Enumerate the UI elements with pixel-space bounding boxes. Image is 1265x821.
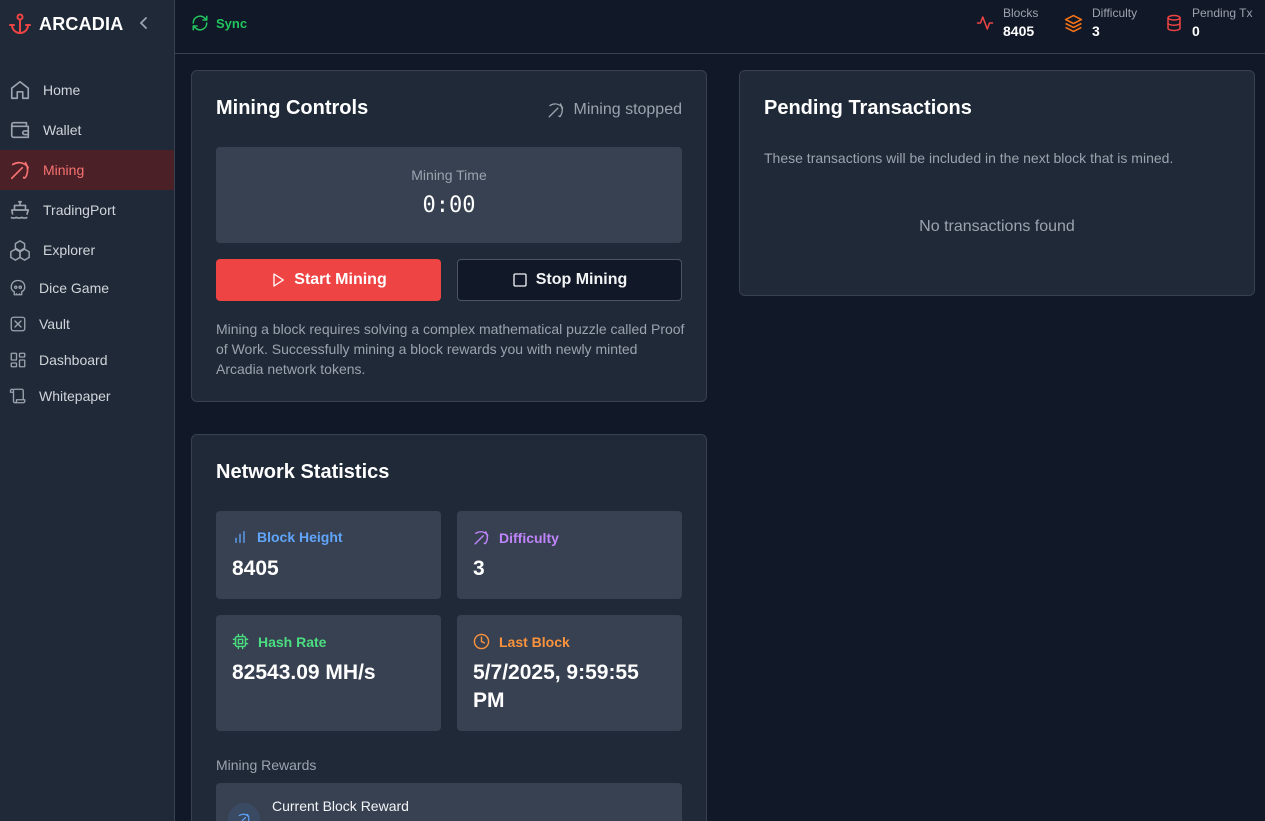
mining-timer: Mining Time 0:00 <box>216 147 682 243</box>
stat-value: 3 <box>1092 23 1100 39</box>
stop-mining-button[interactable]: Stop Mining <box>457 259 682 301</box>
stat-label: Blocks <box>1003 6 1039 20</box>
activity-icon <box>976 14 994 37</box>
tile-header: Last Block <box>473 633 570 650</box>
pickaxe-icon <box>238 813 250 821</box>
skull-icon <box>8 278 28 298</box>
stat-label: Pending Tx <box>1192 6 1253 20</box>
wallet-icon <box>8 118 32 142</box>
card-title: Pending Transactions <box>764 97 972 119</box>
home-icon <box>8 78 32 102</box>
stat-difficulty: Difficulty 3 <box>1064 6 1137 41</box>
sidebar-item-wallet[interactable]: Wallet <box>0 110 174 150</box>
rewards-label: Mining Rewards <box>216 757 317 773</box>
sync-label: Sync <box>216 15 248 31</box>
stat-tile-block-height: Block Height 8405 <box>216 511 441 599</box>
sync-button[interactable]: Sync <box>191 14 247 32</box>
sidebar-nav: Home Wallet Mining TradingPort Explorer … <box>0 70 174 414</box>
start-mining-label: Start Mining <box>294 271 387 288</box>
mining-status: Mining stopped <box>547 101 682 119</box>
sidebar-item-label: Whitepaper <box>39 388 111 404</box>
pending-transactions-card: Pending Transactions These transactions … <box>739 70 1255 296</box>
sidebar-item-whitepaper[interactable]: Whitepaper <box>0 378 174 414</box>
stat-value: 8405 <box>1003 23 1035 39</box>
sidebar-item-label: Home <box>43 82 81 98</box>
scroll-icon <box>8 386 28 406</box>
pickaxe-icon <box>8 158 32 182</box>
stat-pending-tx: Pending Tx 0 <box>1165 6 1253 41</box>
brand-name: ARCADIA <box>39 13 124 34</box>
reward-title: Current Block Reward <box>272 798 409 814</box>
sidebar-item-label: Dashboard <box>39 352 108 368</box>
tile-label: Difficulty <box>499 529 559 546</box>
sidebar-item-vault[interactable]: Vault <box>0 306 174 342</box>
stat-value: 0 <box>1192 23 1200 39</box>
refresh-icon <box>192 15 208 31</box>
sidebar-item-label: Mining <box>43 162 85 178</box>
stat-blocks: Blocks 8405 <box>976 6 1038 41</box>
layers-icon <box>1064 14 1083 38</box>
sidebar-item-label: Explorer <box>43 242 96 258</box>
play-icon <box>273 273 285 287</box>
card-title: Mining Controls <box>216 97 369 119</box>
cpu-icon <box>232 633 249 650</box>
tile-header: Hash Rate <box>232 633 326 650</box>
sidebar-item-tradingport[interactable]: TradingPort <box>0 190 174 230</box>
mining-description: Mining a block requires solving a comple… <box>216 321 685 377</box>
empty-state: No transactions found <box>919 218 1075 235</box>
sidebar-item-label: Vault <box>39 316 70 332</box>
card-title: Network Statistics <box>216 461 390 483</box>
mining-controls-card: Mining Controls Mining stopped Mining Ti… <box>191 70 707 402</box>
boxes-icon <box>8 238 32 262</box>
sidebar-item-label: TradingPort <box>43 202 116 218</box>
square-x-icon <box>8 314 28 334</box>
sidebar-item-label: Dice Game <box>39 280 110 296</box>
layout-dashboard-icon <box>8 350 28 370</box>
pending-description: These transactions will be included in t… <box>764 150 1174 166</box>
pickaxe-icon <box>549 103 564 118</box>
stat-tile-last-block: Last Block 5/7/2025, 9:59:55 PM <box>457 615 682 731</box>
stat-label: Difficulty <box>1092 6 1138 20</box>
tile-header: Block Height <box>232 529 343 545</box>
sidebar-item-label: Wallet <box>43 122 82 138</box>
stat-tile-difficulty: Difficulty 3 <box>457 511 682 599</box>
anchor-icon <box>9 13 31 34</box>
timer-value: 0:00 <box>422 193 476 218</box>
reward-icon <box>228 803 260 821</box>
timer-label: Mining Time <box>411 167 487 183</box>
square-icon <box>513 273 527 287</box>
tile-header: Difficulty <box>473 529 559 546</box>
tile-value: 8405 <box>232 557 279 580</box>
tile-value: 3 <box>473 557 485 580</box>
collapse-sidebar-button[interactable] <box>136 13 152 33</box>
chevron-left-icon <box>139 17 147 29</box>
tile-value: 5/7/2025, 9:59:55 PM <box>473 661 639 712</box>
tile-label: Last Block <box>499 633 570 650</box>
tile-value: 82543.09 MH/s <box>232 661 376 684</box>
sidebar-item-dashboard[interactable]: Dashboard <box>0 342 174 378</box>
clock-icon <box>473 633 490 650</box>
database-icon <box>1165 14 1183 37</box>
mining-status-text: Mining stopped <box>573 101 682 118</box>
start-mining-button[interactable]: Start Mining <box>216 259 441 301</box>
sidebar-item-dice-game[interactable]: Dice Game <box>0 270 174 306</box>
top-header: Sync Blocks 8405 Difficulty 3 Pending Tx… <box>175 0 1265 54</box>
sidebar-item-home[interactable]: Home <box>0 70 174 110</box>
tile-label: Hash Rate <box>258 633 327 650</box>
sidebar-item-explorer[interactable]: Explorer <box>0 230 174 270</box>
bar-chart-icon <box>235 531 245 543</box>
tile-label: Block Height <box>257 529 343 545</box>
stat-tile-hash-rate: Hash Rate 82543.09 MH/s <box>216 615 441 731</box>
sidebar: ARCADIA Home Wallet Mining TradingPort E… <box>0 0 175 821</box>
ship-icon <box>8 198 32 222</box>
stop-mining-label: Stop Mining <box>535 271 628 288</box>
network-statistics-card: Network Statistics Block Height 8405 Dif… <box>191 434 707 821</box>
pickaxe-icon <box>474 531 489 545</box>
reward-box: Current Block Reward <box>216 783 682 821</box>
sidebar-item-mining[interactable]: Mining <box>0 150 174 190</box>
